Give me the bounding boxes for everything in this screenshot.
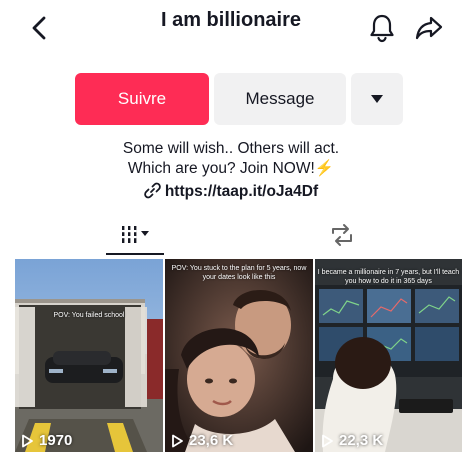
active-tab-indicator	[106, 253, 164, 255]
couple-selfie-image	[165, 259, 313, 452]
caret-down-icon	[371, 95, 383, 103]
view-count-text-3: 22,3 K	[339, 432, 384, 449]
video-caption-1: POV: You failed school	[53, 312, 125, 319]
bio-line-1: Some will wish.. Others will act.	[122, 140, 340, 157]
lightning-emoji: ⚡	[314, 160, 335, 177]
view-count-text-2: 23,6 K	[189, 432, 234, 449]
share-button[interactable]	[414, 13, 444, 43]
notifications-button[interactable]	[368, 13, 396, 43]
video-thumbnail-1[interactable]: POV: You failed school 1970	[15, 259, 163, 452]
profile-bio: Some will wish.. Others will act. Which …	[0, 139, 462, 179]
grid-bars-icon	[122, 226, 149, 243]
video-grid: POV: You failed school 1970 POV: You stu…	[0, 259, 462, 452]
message-button[interactable]: Message	[214, 73, 346, 125]
video-caption-3: I became a millionaire in 7 years, but I…	[317, 269, 460, 285]
view-count-1: 1970	[21, 432, 72, 449]
bio-line-2: Which are you? Join NOW!⚡	[0, 159, 462, 179]
bio-link[interactable]: https://taap.it/oJa4Df	[0, 182, 462, 201]
link-icon	[144, 182, 161, 199]
video-caption-2: POV: You stuck to the plan for 5 years, …	[171, 265, 307, 281]
car-garage-image	[15, 259, 163, 452]
view-count-text-1: 1970	[39, 432, 73, 449]
view-count-2: 23,6 K	[171, 432, 233, 449]
view-count-3: 22,3 K	[321, 432, 383, 449]
video-thumbnail-3[interactable]: I became a millionaire in 7 years, but I…	[315, 259, 462, 452]
bell-icon	[370, 14, 394, 43]
tab-videos[interactable]	[106, 218, 164, 254]
bio-line-2-text: Which are you? Join NOW!	[127, 160, 315, 177]
play-icon	[172, 434, 183, 447]
profile-page: I am billionaire Suivre Message Some wil…	[0, 0, 462, 452]
video-thumbnail-2[interactable]: POV: You stuck to the plan for 5 years, …	[165, 259, 313, 452]
tab-reposts[interactable]	[322, 218, 362, 254]
trading-desk-image	[315, 259, 462, 452]
follow-button[interactable]: Suivre	[75, 73, 209, 125]
share-arrow-icon	[415, 16, 443, 40]
bio-link-text: https://taap.it/oJa4Df	[164, 183, 319, 200]
repost-icon	[332, 224, 352, 246]
play-icon	[22, 434, 33, 447]
header-bar: I am billionaire	[0, 0, 462, 50]
more-options-button[interactable]	[351, 73, 403, 125]
play-icon	[322, 434, 333, 447]
